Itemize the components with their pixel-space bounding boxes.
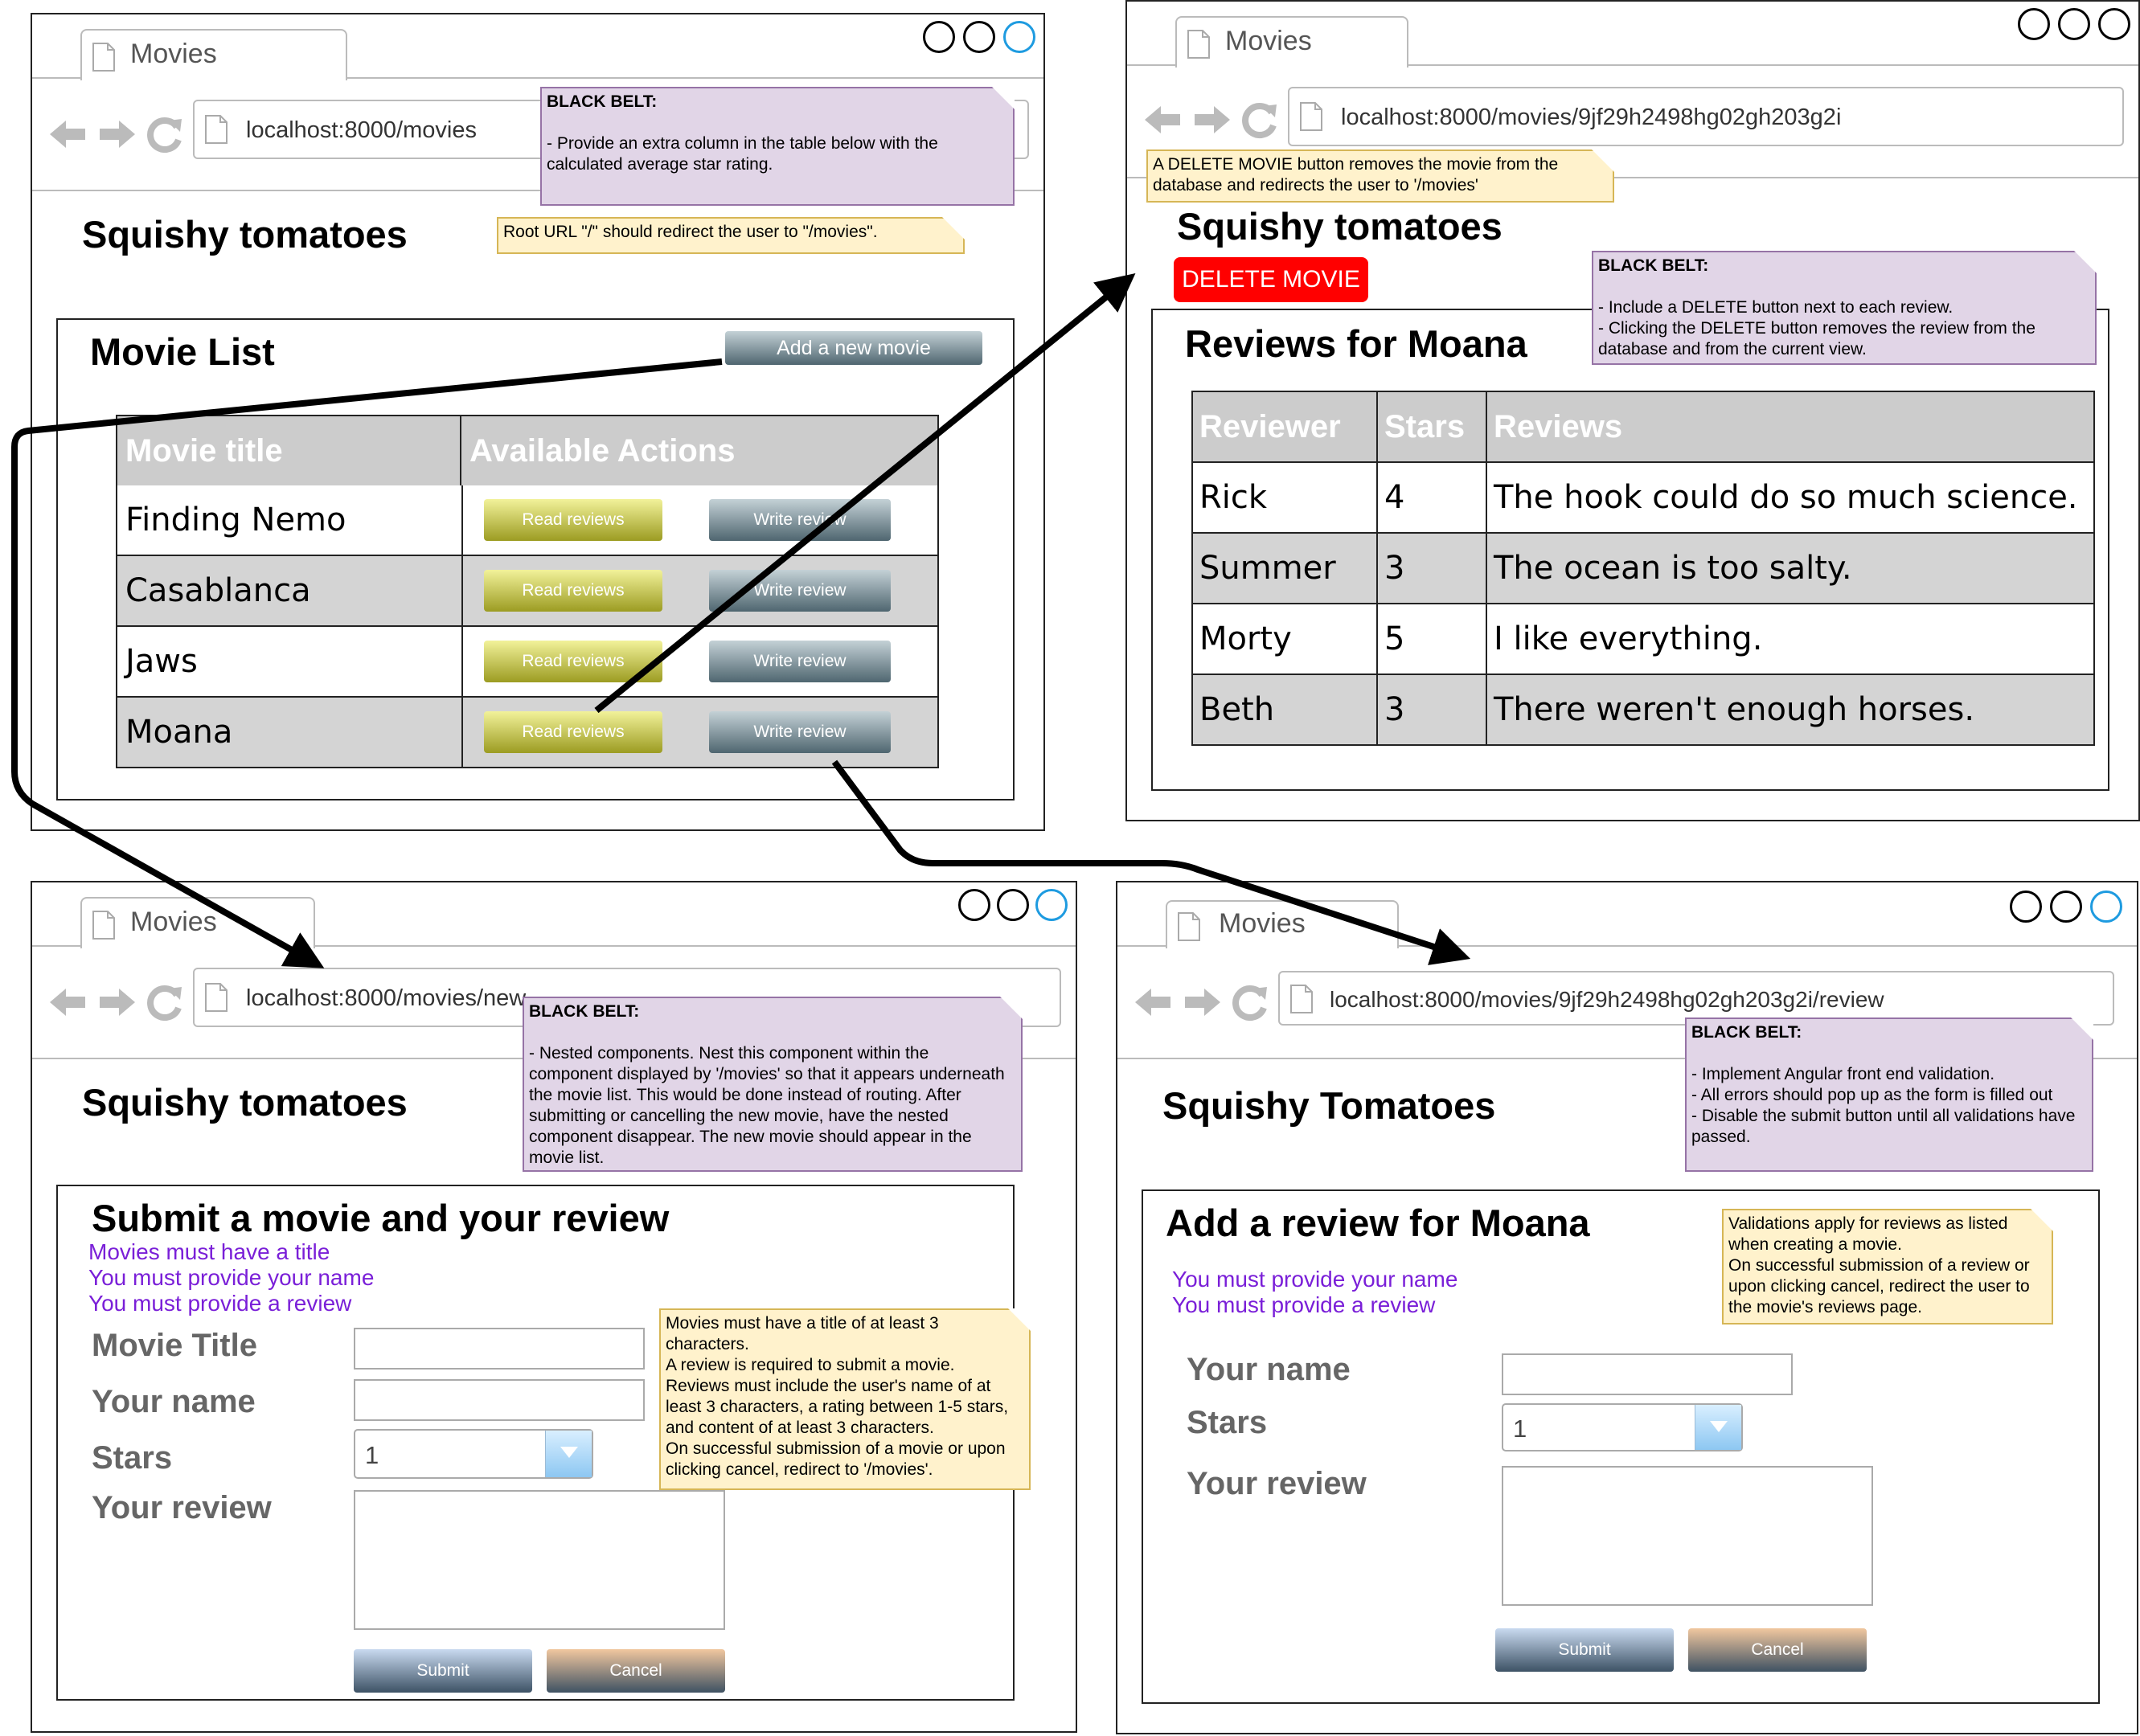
- arrow-write-review-to-review-form: [831, 760, 1471, 965]
- arrow-add-movie-to-new-movie: [11, 358, 723, 968]
- arrow-read-reviews-to-reviews: [594, 272, 1136, 714]
- flow-arrows: [11, 272, 1471, 968]
